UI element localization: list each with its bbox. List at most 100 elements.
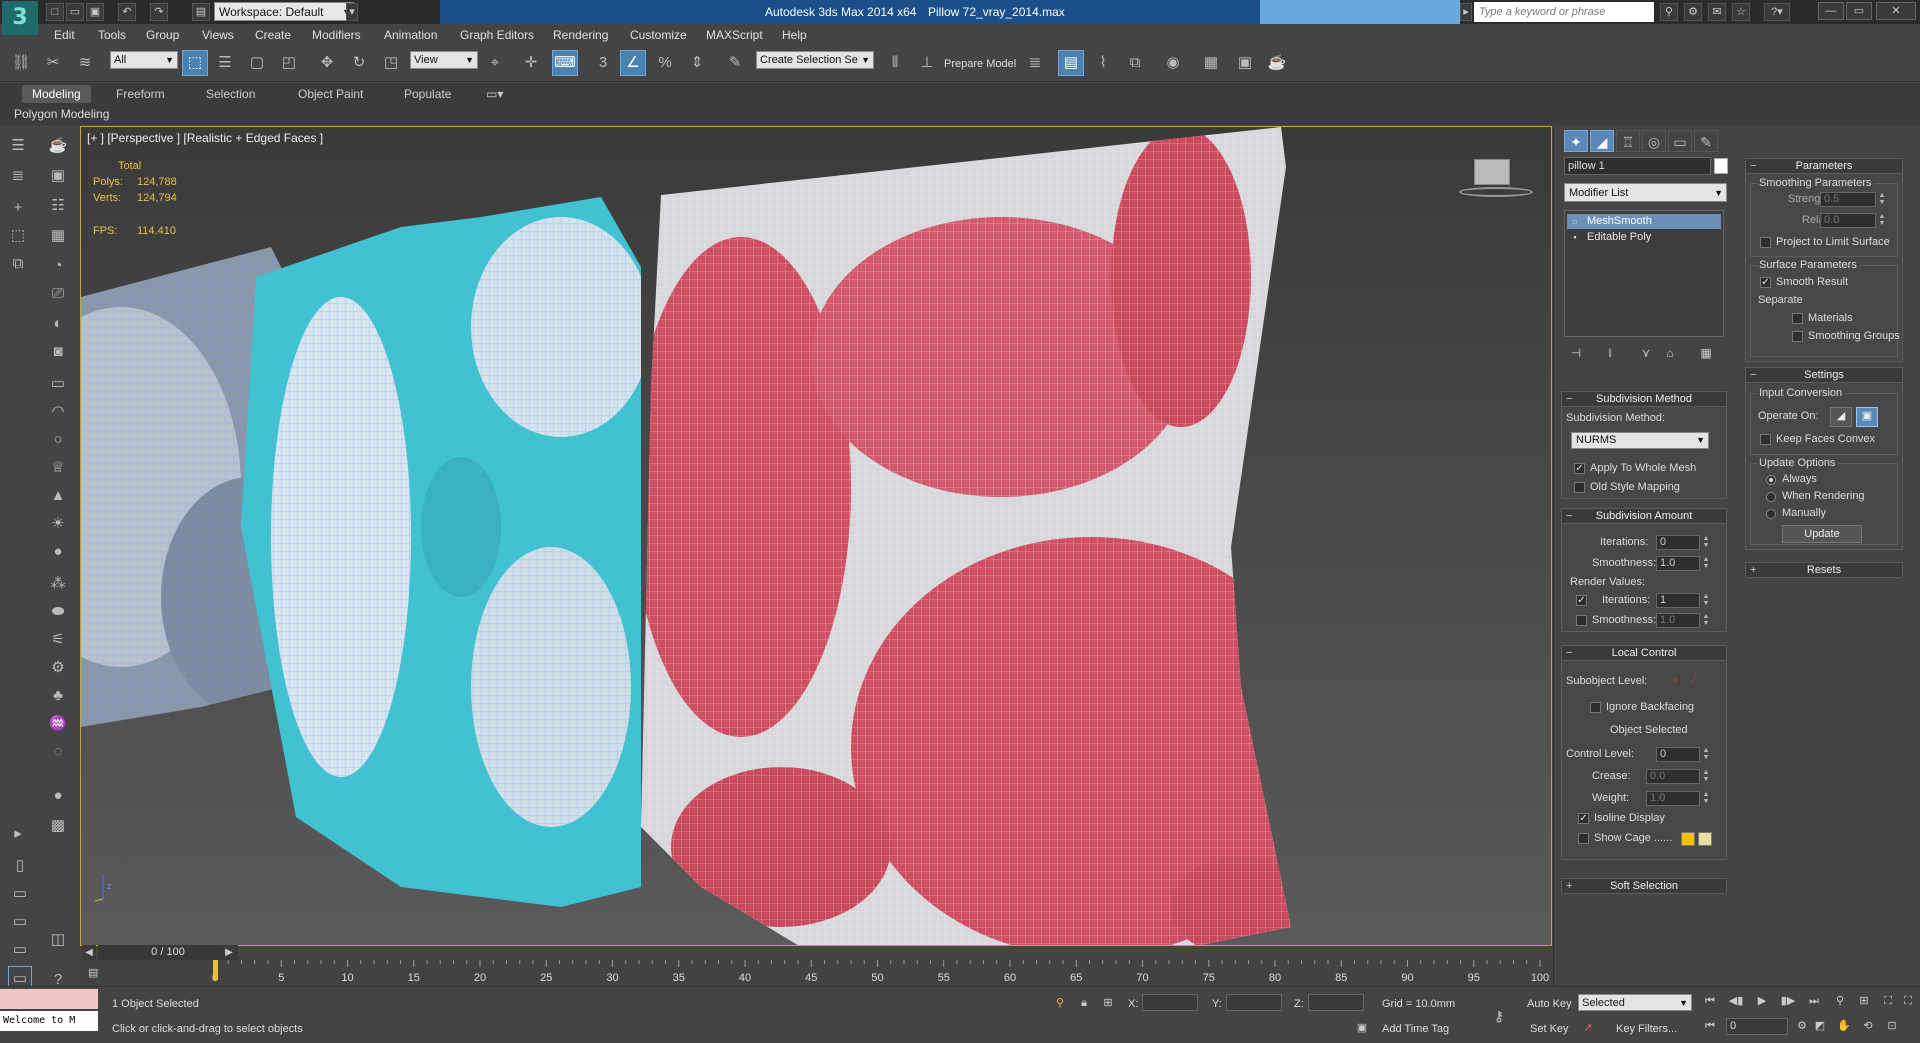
menu-group[interactable]: Group: [146, 28, 179, 42]
previous-frame-icon[interactable]: ◀▮: [1726, 992, 1746, 1010]
bind-to-space-warp-icon[interactable]: ≋: [72, 50, 98, 76]
dome-icon[interactable]: ◠: [46, 400, 70, 424]
set-key-button[interactable]: Set Key: [1530, 1023, 1569, 1035]
communication-center-icon[interactable]: ✉: [1708, 3, 1726, 21]
redo-icon[interactable]: ↷: [150, 3, 168, 21]
create-tab-icon[interactable]: ✦: [1564, 130, 1588, 152]
auto-key-button[interactable]: Auto Key: [1527, 998, 1572, 1010]
tab-freeform[interactable]: Freeform: [106, 85, 175, 103]
time-configuration-icon[interactable]: ⚙: [1792, 1017, 1812, 1035]
ignore-backfacing-checkbox[interactable]: [1590, 702, 1601, 713]
close-button[interactable]: ✕: [1876, 2, 1916, 20]
snaps-toggle-icon[interactable]: 3: [590, 50, 616, 76]
absolute-mode-icon[interactable]: ⊞: [1098, 994, 1118, 1012]
quick-access-menu-icon[interactable]: ▾: [346, 3, 358, 21]
iterations-spinner[interactable]: 0 ▲ ▼: [1656, 535, 1709, 550]
ribbon-options-icon[interactable]: ▭▾: [476, 85, 513, 103]
viewcube[interactable]: [1474, 159, 1510, 185]
subdivision-method-dropdown[interactable]: NURMS ▼: [1571, 432, 1709, 449]
select-and-scale-icon[interactable]: ◳: [378, 50, 404, 76]
configure-modifier-sets-icon[interactable]: ▦: [1696, 346, 1716, 364]
key-selection-dropdown[interactable]: Selected ▼: [1578, 994, 1692, 1011]
edge-subobject-icon[interactable]: ⧸: [1692, 673, 1696, 686]
gear-icon[interactable]: ⚙: [46, 656, 70, 680]
update-manually-radio[interactable]: [1766, 509, 1776, 519]
viewport-layout-2-icon[interactable]: ▭: [8, 882, 32, 906]
project-folder-icon[interactable]: ▤: [192, 3, 210, 21]
select-and-link-icon[interactable]: ⛓: [8, 50, 34, 76]
key-filters-button[interactable]: Key Filters...: [1616, 1023, 1677, 1035]
hierarchy-tab-icon[interactable]: ♖: [1616, 130, 1640, 152]
play-icon[interactable]: ▶: [1752, 992, 1772, 1010]
zoom-icon[interactable]: ⚲: [1830, 992, 1850, 1010]
zoom-extents-all-icon[interactable]: ⛶: [1898, 992, 1918, 1010]
menu-maxscript[interactable]: MAXScript: [706, 28, 763, 42]
layer-explorer-icon[interactable]: ≣: [1022, 50, 1048, 76]
display-tab-icon[interactable]: ▭: [1668, 130, 1692, 152]
open-file-icon[interactable]: ▭: [66, 3, 84, 21]
pillow-1-mesh[interactable]: [631, 127, 1331, 946]
lock-selection-icon[interactable]: 🔒︎: [1074, 994, 1094, 1012]
select-object-icon[interactable]: ⬚: [182, 50, 208, 76]
control-level-spinner[interactable]: 0 ▲ ▼: [1656, 747, 1709, 762]
tab-modeling[interactable]: Modeling: [22, 85, 91, 103]
rectangular-selection-icon[interactable]: ▢: [244, 50, 270, 76]
viewport-layout-3-icon[interactable]: ▭: [8, 910, 32, 934]
viewcube-compass[interactable]: [1459, 187, 1533, 197]
tab-object-paint[interactable]: Object Paint: [288, 85, 373, 103]
toggle-ribbon-icon[interactable]: ▤: [1058, 50, 1084, 76]
utilities-tab-icon[interactable]: ✎: [1694, 130, 1718, 152]
add-time-tag[interactable]: Add Time Tag: [1382, 1023, 1449, 1035]
object-name-field[interactable]: pillow 1: [1564, 157, 1711, 175]
crown-icon[interactable]: ♕: [46, 456, 70, 480]
sphere-light-icon[interactable]: ○: [46, 428, 70, 452]
maximize-viewport-icon[interactable]: ⊡: [1882, 1017, 1902, 1035]
update-always-radio[interactable]: [1766, 475, 1776, 485]
align-icon[interactable]: ⊥: [914, 50, 940, 76]
shell-icon[interactable]: ◌: [46, 740, 70, 764]
sound-icon[interactable]: ◐: [46, 312, 70, 336]
menu-rendering[interactable]: Rendering: [553, 28, 608, 42]
layers-icon[interactable]: ≣: [6, 164, 30, 188]
plane-icon[interactable]: ▭: [46, 372, 70, 396]
orbit-icon[interactable]: ⟲: [1858, 1017, 1878, 1035]
z-coordinate-field[interactable]: [1308, 994, 1364, 1011]
pin-stack-icon[interactable]: ⊣: [1566, 346, 1586, 364]
stack-item-meshsmooth[interactable]: ☼ MeshSmooth: [1567, 214, 1721, 229]
tab-populate[interactable]: Populate: [394, 85, 461, 103]
checker-icon[interactable]: ▩: [46, 814, 70, 838]
menu-animation[interactable]: Animation: [384, 28, 437, 42]
stack-item-editable-poly[interactable]: ▪ Editable Poly: [1567, 230, 1721, 245]
show-cage-checkbox[interactable]: [1578, 833, 1589, 844]
schematic-view-icon[interactable]: ⧉: [1122, 50, 1148, 76]
favorites-icon[interactable]: ☆: [1732, 3, 1750, 21]
select-and-rotate-icon[interactable]: ↻: [346, 50, 372, 76]
search-input[interactable]: Type a keyword or phrase: [1474, 2, 1654, 22]
time-tag-icon[interactable]: ▣: [1352, 1019, 1372, 1037]
zoom-all-icon[interactable]: ⊞: [1854, 992, 1874, 1010]
menu-customize[interactable]: Customize: [630, 28, 687, 42]
percent-snap-icon[interactable]: %: [652, 50, 678, 76]
menu-create[interactable]: Create: [255, 28, 291, 42]
infocenter-collapse-icon[interactable]: ▸: [1460, 3, 1472, 21]
cone-icon[interactable]: ▲: [46, 484, 70, 508]
hierarchy-icon[interactable]: ⧉: [6, 252, 30, 276]
time-slider[interactable]: 0 / 100: [98, 945, 238, 960]
tab-selection[interactable]: Selection: [196, 85, 265, 103]
render-smoothness-spinner[interactable]: 1.0 ▲ ▼: [1656, 613, 1709, 628]
reference-coordinate-dropdown[interactable]: View ▼: [410, 51, 478, 69]
relax-spinner[interactable]: 0.0 ▲ ▼: [1820, 213, 1885, 228]
select-similar-icon[interactable]: ⬚: [6, 224, 30, 248]
track-bar[interactable]: ▤ 05101520253035404550556065707580859095…: [80, 960, 1553, 986]
undo-icon[interactable]: ↶: [118, 3, 136, 21]
named-selection-dropdown[interactable]: Create Selection Se ▼: [756, 51, 874, 69]
select-by-name-icon[interactable]: ☰: [212, 50, 238, 76]
y-coordinate-field[interactable]: [1226, 994, 1282, 1011]
object-color-swatch[interactable]: [1714, 158, 1728, 174]
smoothness-spinner[interactable]: 1.0 ▲ ▼: [1656, 556, 1709, 571]
material-editor-icon[interactable]: ◉: [1160, 50, 1186, 76]
expand-arrow-icon[interactable]: ▸: [6, 822, 30, 846]
cage-color-swatch-1[interactable]: [1681, 832, 1695, 846]
rendered-frame-window-icon[interactable]: ▣: [1232, 50, 1258, 76]
make-unique-icon[interactable]: ⋎: [1636, 346, 1656, 364]
